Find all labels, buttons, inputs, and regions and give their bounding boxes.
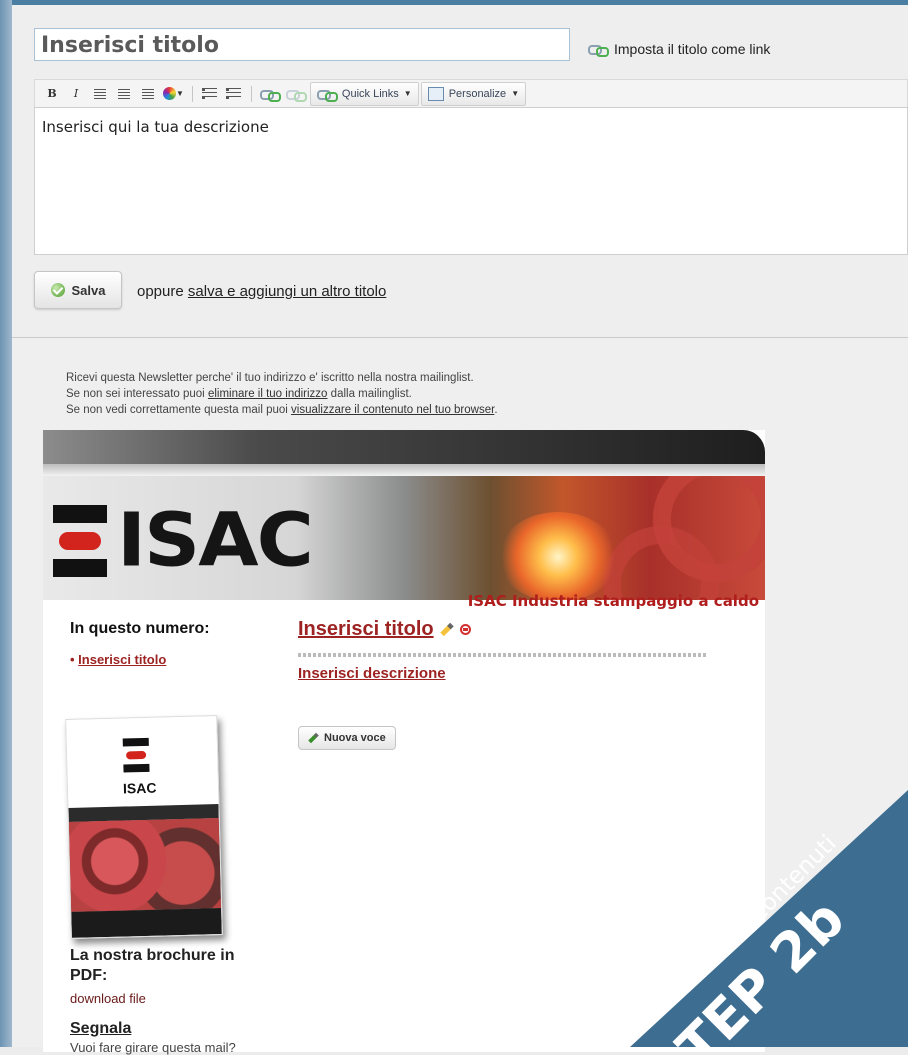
rich-text-toolbar: B I ▼ Quick Links ▼ Personalize ▼	[34, 79, 908, 107]
newsletter-header-bar	[43, 430, 765, 476]
toc-item: • Inserisci titolo	[70, 652, 167, 667]
pencil-icon	[308, 732, 319, 744]
brochure-logo-text: ISAC	[122, 779, 157, 797]
notice-text: .	[494, 404, 498, 416]
quick-links-dropdown[interactable]: Quick Links ▼	[309, 81, 419, 106]
brochure-logo-mark	[122, 737, 150, 773]
align-left-icon	[94, 88, 106, 99]
save-alternative: oppure salva e aggiungi un altro titolo	[137, 283, 386, 300]
chevron-down-icon: ▼	[403, 89, 412, 98]
brochure-photo	[68, 818, 222, 912]
segnala-heading: Segnala	[70, 1020, 132, 1037]
set-title-link-toggle[interactable]: Imposta il titolo come link	[588, 41, 770, 57]
align-right-button[interactable]	[137, 84, 159, 104]
content-panel: Inserisci titolo Imposta il titolo come …	[12, 5, 908, 1055]
view-in-browser-link[interactable]: visualizzare il contenuto nel tuo browse…	[291, 404, 494, 416]
align-center-button[interactable]	[113, 84, 135, 104]
brochure-footer	[71, 908, 222, 938]
isac-logo: ISAC	[53, 496, 314, 586]
notice-text: Se non vedi correttamente questa mail pu…	[66, 404, 288, 416]
link-icon	[316, 88, 338, 102]
save-button[interactable]: Salva	[34, 271, 122, 309]
toolbar-separator	[191, 85, 193, 102]
color-wheel-icon	[163, 87, 176, 100]
article-title[interactable]: Inserisci titolo	[298, 618, 434, 641]
unordered-list-button[interactable]	[223, 84, 245, 104]
unordered-list-icon	[226, 88, 242, 99]
notice-text: Se non sei interessato puoi	[66, 388, 205, 400]
article-title-row: Inserisci titolo	[298, 618, 718, 641]
or-text: oppure	[137, 283, 184, 300]
window-left-border	[0, 0, 12, 1047]
isac-logo-mark	[53, 505, 107, 577]
newsletter-body: ISAC ISAC Industria stampaggio a caldo I…	[43, 430, 765, 1055]
notice-text: dalla mailinglist.	[330, 388, 412, 400]
check-icon	[50, 283, 65, 297]
bold-button[interactable]: B	[41, 84, 63, 104]
italic-button[interactable]: I	[65, 84, 87, 104]
banner-subtitle: ISAC Industria stampaggio a caldo	[467, 592, 759, 610]
personalize-dropdown[interactable]: Personalize ▼	[420, 81, 527, 106]
article-divider	[298, 653, 706, 657]
brochure-title: La nostra brochure in PDF:	[70, 947, 235, 984]
new-item-label: Nuova voce	[324, 732, 386, 744]
insert-link-button[interactable]	[258, 84, 282, 104]
download-file-link[interactable]: download file	[70, 991, 146, 1006]
brochure-cover[interactable]: ISAC	[65, 715, 223, 939]
delete-icon[interactable]	[459, 624, 471, 635]
align-left-button[interactable]	[89, 84, 111, 104]
edit-pencil-icon[interactable]	[439, 622, 454, 637]
personalize-label: Personalize	[448, 87, 507, 100]
in-this-issue-heading: In questo numero:	[70, 620, 210, 637]
segnala-question: Vuoi fare girare questa mail?	[70, 1040, 236, 1055]
save-label: Salva	[71, 282, 106, 298]
align-center-icon	[118, 88, 130, 99]
notice-line-2: Se non sei interessato puoi eliminare il…	[66, 386, 498, 402]
header-banner: ISAC	[43, 476, 765, 600]
article-column: Inserisci titolo Inserisci descrizione N…	[298, 618, 718, 750]
ordered-list-button[interactable]	[199, 84, 221, 104]
editor-area: Inserisci titolo Imposta il titolo come …	[12, 5, 908, 338]
set-title-link-label: Imposta il titolo come link	[614, 41, 771, 57]
description-textarea[interactable]: Inserisci qui la tua descrizione	[34, 107, 908, 255]
chevron-down-icon: ▼	[176, 89, 184, 98]
toc-item-link[interactable]: Inserisci titolo	[78, 652, 166, 667]
newsletter-notice: Ricevi questa Newsletter perche' il tuo …	[66, 370, 498, 418]
personalize-icon	[427, 86, 444, 101]
notice-line-3: Se non vedi correttamente questa mail pu…	[66, 402, 498, 418]
link-icon	[259, 88, 281, 102]
notice-line-1: Ricevi questa Newsletter perche' il tuo …	[66, 372, 474, 384]
save-and-add-link[interactable]: salva e aggiungi un altro titolo	[188, 283, 386, 300]
link-icon	[588, 43, 609, 57]
toolbar-separator	[250, 85, 252, 102]
align-right-icon	[142, 88, 154, 99]
text-color-button[interactable]: ▼	[161, 84, 186, 104]
unsubscribe-link[interactable]: eliminare il tuo indirizzo	[208, 388, 328, 400]
remove-link-button[interactable]	[284, 84, 308, 104]
article-description[interactable]: Inserisci descrizione	[298, 665, 718, 682]
title-input[interactable]: Inserisci titolo	[34, 28, 570, 61]
isac-logo-text: ISAC	[117, 498, 314, 584]
unlink-icon	[285, 88, 307, 102]
quick-links-label: Quick Links	[341, 87, 399, 100]
banner-fire	[498, 512, 618, 600]
chevron-down-icon: ▼	[511, 89, 520, 98]
ordered-list-icon	[202, 88, 218, 99]
new-item-button[interactable]: Nuova voce	[298, 726, 396, 750]
sidebar-column: In questo numero: • Inserisci titolo	[70, 620, 270, 667]
